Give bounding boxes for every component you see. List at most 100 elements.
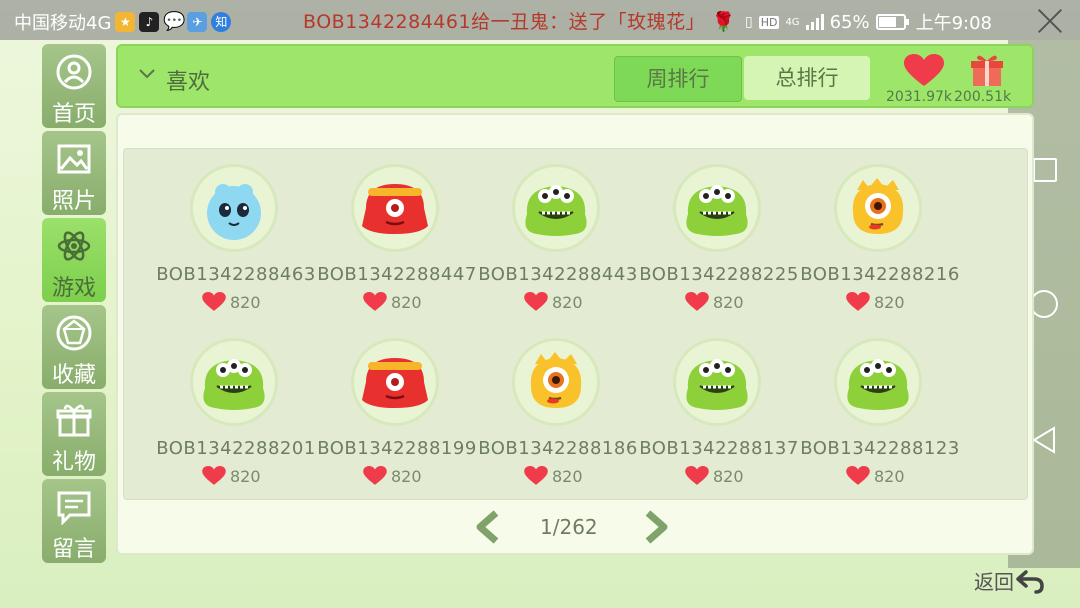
- likes-count: 820: [391, 466, 422, 486]
- sidebar-item-label: 首页: [51, 102, 96, 127]
- user-card[interactable]: BOB1342288447 820: [317, 164, 477, 314]
- tab-weekly-ranking[interactable]: 周排行: [614, 56, 742, 102]
- user-name: BOB1342288137: [639, 438, 799, 459]
- user-name: BOB1342288463: [156, 264, 316, 285]
- avatar[interactable]: [834, 338, 922, 426]
- user-card[interactable]: BOB1342288186 820: [478, 338, 638, 488]
- user-likes: 820: [846, 466, 905, 486]
- return-arrow-icon: [1016, 569, 1044, 594]
- user-card[interactable]: BOB1342288463 820: [156, 164, 316, 314]
- user-name: BOB1342288201: [156, 438, 316, 459]
- user-card[interactable]: BOB1342288123 820: [800, 338, 960, 488]
- user-name: BOB1342288123: [800, 438, 960, 459]
- heart-icon: [685, 466, 709, 485]
- user-card[interactable]: BOB1342288201 820: [156, 338, 316, 488]
- user-name: BOB1342288443: [478, 264, 638, 285]
- atom-icon: [57, 231, 91, 261]
- heart-icon: [202, 466, 226, 485]
- avatar[interactable]: [512, 164, 600, 252]
- sidebar-item-label: 礼物: [51, 450, 96, 475]
- user-card[interactable]: BOB1342288199 820: [317, 338, 477, 488]
- avatar[interactable]: [512, 338, 600, 426]
- heart-icon: [846, 466, 870, 485]
- next-page-button[interactable]: [642, 510, 672, 544]
- user-likes: 820: [524, 466, 583, 486]
- sidebar-item-games[interactable]: 游戏: [42, 218, 106, 302]
- user-name: BOB1342288225: [639, 264, 799, 285]
- sidebar-item-label: 照片: [51, 189, 96, 214]
- sidebar-item-label: 留言: [51, 537, 96, 562]
- likes-count: 820: [874, 292, 905, 312]
- avatar[interactable]: [834, 164, 922, 252]
- user-card[interactable]: BOB1342288225 820: [639, 164, 799, 314]
- likes-count: 820: [391, 292, 422, 312]
- user-name: BOB1342288447: [317, 264, 477, 285]
- sidebar-item-messages[interactable]: 留言: [42, 479, 106, 563]
- sidebar-item-favorites[interactable]: 收藏: [42, 305, 106, 389]
- avatar[interactable]: [351, 164, 439, 252]
- likes-count: 820: [230, 466, 261, 486]
- user-name: BOB1342288186: [478, 438, 638, 459]
- heart-icon: [363, 466, 387, 485]
- back-nav-button[interactable]: [1032, 426, 1056, 454]
- home-icon: [56, 54, 92, 90]
- rose-icon: 🌹: [711, 11, 736, 33]
- status-bar: 中国移动4G ★ ♪ 💬 ✈ 知 BOB1342284461给一丑鬼：送了「玫瑰…: [0, 0, 1080, 40]
- chat-bubble-icon: 💬: [163, 11, 186, 32]
- likes-count: 820: [713, 292, 744, 312]
- close-button[interactable]: [1028, 0, 1072, 44]
- carrier-label: 中国移动4G: [14, 13, 112, 34]
- avatar[interactable]: [351, 338, 439, 426]
- hd-badge: HD: [758, 15, 780, 29]
- avatar[interactable]: [190, 164, 278, 252]
- heart-icon: [685, 292, 709, 311]
- avatar[interactable]: [673, 164, 761, 252]
- heart-icon: [202, 292, 226, 311]
- page-indicator: 1/262: [540, 515, 598, 539]
- sidebar-item-label: 游戏: [51, 276, 96, 301]
- recent-apps-button[interactable]: [1033, 158, 1057, 182]
- sidebar-item-gifts[interactable]: 礼物: [42, 392, 106, 476]
- likes-header: 喜欢 周排行 总排行 2031.97k 200.51k: [116, 44, 1034, 108]
- battery-icon: [875, 14, 909, 30]
- status-right: ▯ HD 4G 65% 上午9:08: [745, 9, 992, 35]
- likes-count: 820: [552, 466, 583, 486]
- sidebar-item-label: 收藏: [51, 363, 96, 388]
- user-card[interactable]: BOB1342288216 820: [800, 164, 960, 314]
- back-button[interactable]: 返回: [974, 566, 1044, 595]
- tab-total-ranking[interactable]: 总排行: [744, 56, 870, 100]
- user-card[interactable]: BOB1342288137 820: [639, 338, 799, 488]
- user-card[interactable]: BOB1342288443 820: [478, 164, 638, 314]
- home-button[interactable]: [1030, 290, 1058, 318]
- likes-count: 820: [713, 466, 744, 486]
- sidebar: 首页 照片 游戏 收藏 礼物 留言: [42, 44, 106, 566]
- tiktok-app-icon: ♪: [139, 12, 160, 32]
- sidebar-item-home[interactable]: 首页: [42, 44, 106, 128]
- clock: 上午9:08: [915, 13, 992, 34]
- heart-icon: [524, 466, 548, 485]
- battery-percent: 65%: [829, 11, 870, 33]
- heart-icon[interactable]: [904, 54, 944, 88]
- user-likes: 820: [363, 466, 422, 486]
- user-likes: 820: [202, 292, 261, 312]
- signal-icon: [805, 14, 824, 30]
- user-likes: 820: [524, 292, 583, 312]
- avatar[interactable]: [190, 338, 278, 426]
- likes-total: 2031.97k: [886, 89, 953, 105]
- marquee-text: BOB1342284461给一丑鬼：送了「玫瑰花」: [303, 11, 706, 33]
- prev-page-button[interactable]: [472, 510, 502, 544]
- user-name: BOB1342288216: [800, 264, 960, 285]
- user-likes: 820: [202, 466, 261, 486]
- chevron-down-icon[interactable]: [138, 64, 156, 82]
- sidebar-item-photos[interactable]: 照片: [42, 131, 106, 215]
- message-icon: [57, 491, 91, 525]
- gift-box-icon[interactable]: [970, 52, 1004, 88]
- likes-count: 820: [230, 292, 261, 312]
- user-likes: 820: [685, 466, 744, 486]
- zhihu-app-icon: 知: [211, 12, 232, 32]
- avatar[interactable]: [673, 338, 761, 426]
- gift-marquee: BOB1342284461给一丑鬼：送了「玫瑰花」 🌹: [303, 7, 736, 34]
- network-label: 4G: [785, 16, 800, 28]
- status-left: 中国移动4G ★ ♪ 💬 ✈ 知: [14, 9, 232, 35]
- gifts-total: 200.51k: [954, 89, 1012, 105]
